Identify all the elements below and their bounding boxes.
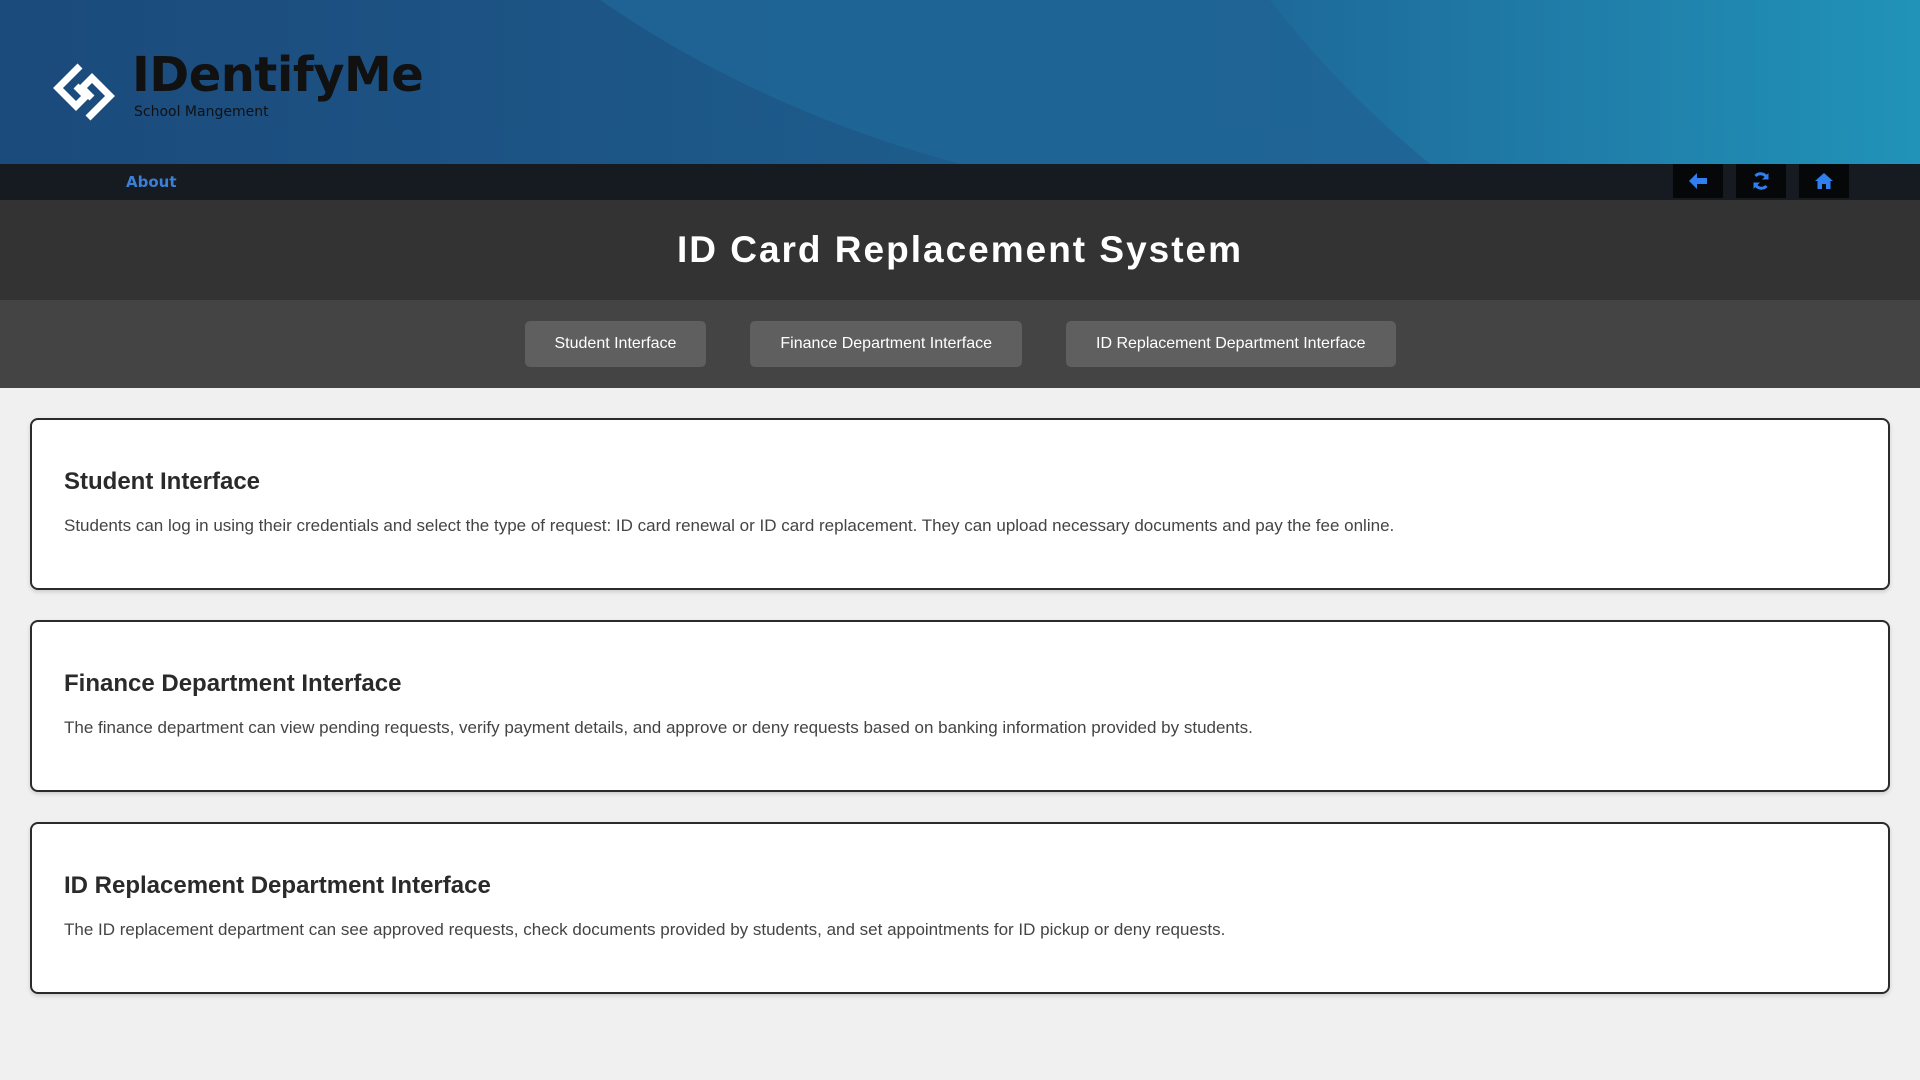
page-title: ID Card Replacement System [676, 229, 1244, 270]
nav-link-about[interactable]: About [126, 173, 177, 191]
section-title: ID Replacement Department Interface [64, 872, 491, 899]
home-button[interactable] [1799, 164, 1849, 198]
section-title: Finance Department Interface [64, 670, 402, 697]
interface-tabs: Student Interface Finance Department Int… [0, 300, 1920, 388]
tab-id-replacement-department-interface[interactable]: ID Replacement Department Interface [1066, 321, 1396, 367]
brand-text: IDentifyMe School Mangement [132, 47, 424, 120]
title-bar: ID Card Replacement System [0, 200, 1920, 300]
section-description: The ID replacement department can see ap… [64, 920, 1226, 939]
section-card-id-replacement: ID Replacement Department Interface The … [30, 822, 1890, 994]
logo-icon [53, 63, 115, 121]
refresh-icon [1753, 172, 1769, 190]
nav-bar: About [0, 164, 1920, 200]
back-button[interactable] [1673, 164, 1723, 198]
site-header: IDentifyMe School Mangement [0, 0, 1920, 164]
arrow-left-icon [1689, 173, 1707, 189]
section-title: Student Interface [64, 468, 261, 495]
brand[interactable]: IDentifyMe School Mangement [46, 47, 424, 130]
brand-subtitle: School Mangement [134, 104, 269, 120]
section-card-student: Student Interface Students can log in us… [30, 418, 1890, 590]
section-card-finance: Finance Department Interface The finance… [30, 620, 1890, 792]
home-icon [1815, 173, 1833, 189]
tab-student-interface[interactable]: Student Interface [524, 321, 707, 367]
tab-finance-department-interface[interactable]: Finance Department Interface [750, 321, 1023, 367]
refresh-button[interactable] [1736, 164, 1786, 198]
brand-name: IDentifyMe [132, 47, 424, 103]
main-content: Student Interface Students can log in us… [0, 388, 1920, 994]
section-description: The finance department can view pending … [64, 718, 1253, 737]
section-description: Students can log in using their credenti… [64, 516, 1395, 535]
